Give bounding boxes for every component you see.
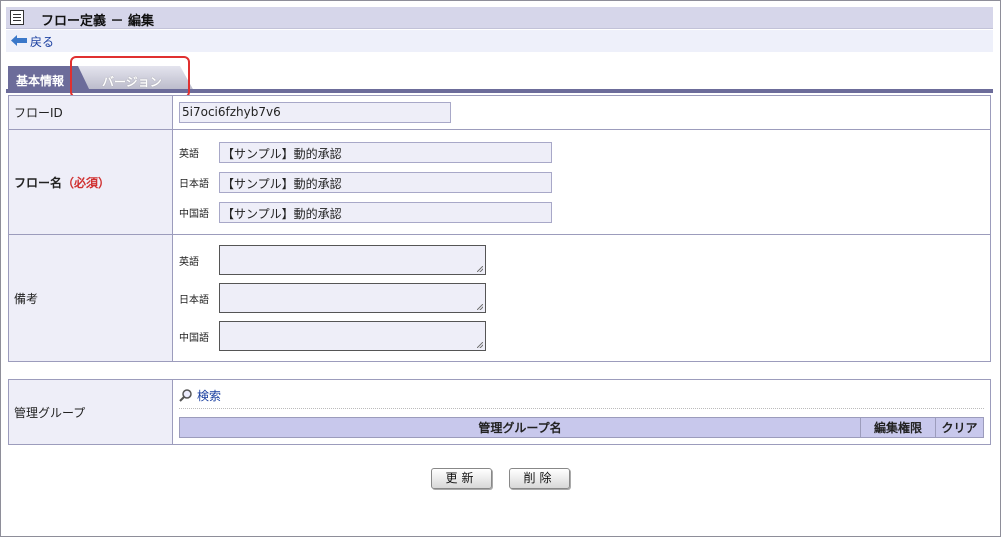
back-bar: 戻る	[6, 30, 993, 52]
flow-name-cell: 英語 【サンプル】動的承認 日本語 【サンプル】動的承認 中国語 【サンプル】動…	[172, 129, 991, 235]
required-mark: （必須）	[62, 175, 111, 190]
flow-id-label: フローID	[8, 95, 173, 130]
flow-name-en: 英語 【サンプル】動的承認	[179, 137, 990, 167]
flow-id-cell: 5i7oci6fzhyb7v6	[172, 95, 991, 130]
group-list-header: 管理グループ名 編集権限 クリア	[179, 416, 984, 438]
remarks-ja-textarea[interactable]	[219, 283, 486, 313]
flow-name-ja: 日本語 【サンプル】動的承認	[179, 167, 990, 197]
document-icon	[10, 10, 24, 25]
remarks-cell: 英語 日本語 中国語	[172, 234, 991, 362]
highlight-box	[70, 56, 190, 98]
flow-name-en-field[interactable]: 【サンプル】動的承認	[219, 141, 552, 163]
remarks-ja: 日本語	[179, 279, 990, 317]
remarks-zh: 中国語	[179, 317, 990, 355]
magnifier-icon[interactable]	[179, 388, 193, 402]
flow-name-row: フロー名（必須） 英語 【サンプル】動的承認 日本語 【サンプル】動的承認 中国…	[8, 129, 991, 235]
remarks-zh-textarea[interactable]	[219, 321, 486, 351]
lang-label: 中国語	[179, 208, 209, 220]
lang-label: 英語	[179, 256, 199, 268]
flow-name-ja-field[interactable]: 【サンプル】動的承認	[219, 171, 552, 193]
search-row: 検索	[179, 387, 984, 409]
back-arrow-icon[interactable]	[11, 35, 27, 46]
management-group-cell: 検索 管理グループ名 編集権限 クリア	[172, 379, 991, 445]
management-group-label: 管理グループ	[8, 379, 173, 445]
search-link[interactable]: 検索	[197, 387, 221, 404]
flow-form-table: フローID 5i7oci6fzhyb7v6 フロー名（必須） 英語 【サンプル】…	[8, 95, 991, 362]
title-bar: フロー定義 － 編集	[6, 7, 993, 29]
flow-id-row: フローID 5i7oci6fzhyb7v6	[8, 95, 991, 130]
remarks-en-textarea[interactable]	[219, 245, 486, 275]
remarks-label: 備考	[8, 234, 173, 362]
lang-label: 英語	[179, 148, 199, 160]
flow-name-zh-field[interactable]: 【サンプル】動的承認	[219, 201, 552, 223]
flow-name-label: フロー名（必須）	[8, 129, 173, 235]
col-group-name: 管理グループ名	[179, 416, 861, 438]
lang-label: 中国語	[179, 332, 209, 344]
lang-label: 日本語	[179, 294, 209, 306]
col-clear: クリア	[935, 416, 984, 438]
delete-button[interactable]: 削除	[509, 468, 570, 489]
update-button[interactable]: 更新	[431, 468, 492, 489]
back-link[interactable]: 戻る	[30, 33, 54, 50]
lang-label: 日本語	[179, 178, 209, 190]
flow-name-zh: 中国語 【サンプル】動的承認	[179, 197, 990, 227]
management-group-row: 管理グループ 検索 管理グループ名 編集権限 クリア	[8, 379, 991, 445]
remarks-en: 英語	[179, 241, 990, 279]
flow-id-field[interactable]: 5i7oci6fzhyb7v6	[179, 102, 451, 123]
group-table: 管理グループ 検索 管理グループ名 編集権限 クリア	[8, 379, 991, 445]
remarks-row: 備考 英語 日本語 中国語	[8, 234, 991, 362]
page-title: フロー定義 － 編集	[41, 14, 155, 29]
col-edit-permission: 編集権限	[860, 416, 936, 438]
